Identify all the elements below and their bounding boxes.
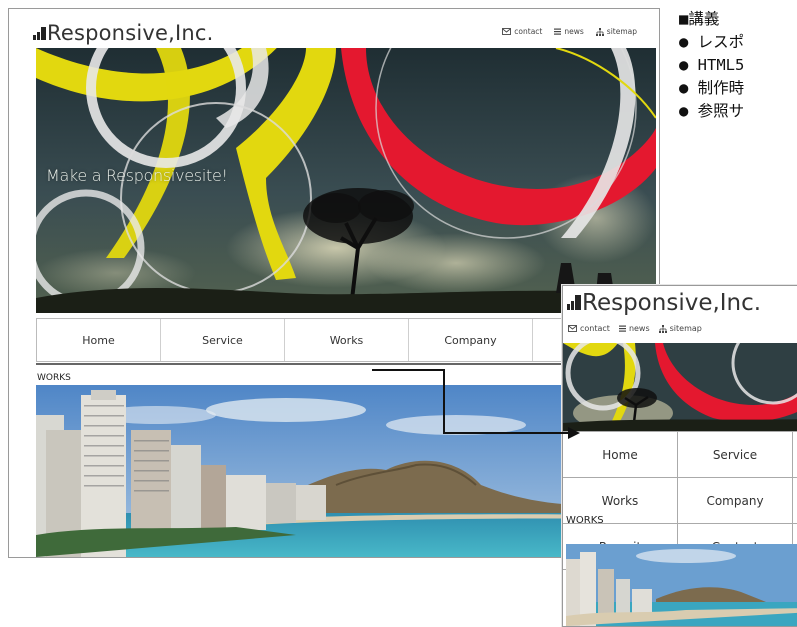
sitemap-icon bbox=[595, 27, 604, 36]
notes-item: ● レスポ bbox=[679, 33, 745, 51]
nav-works[interactable]: Works bbox=[284, 319, 408, 361]
mobile-nav-company[interactable]: Company bbox=[678, 478, 793, 523]
utility-link-sitemap[interactable]: sitemap bbox=[658, 324, 702, 333]
hero-banner: Make a Responsivesite! bbox=[36, 48, 656, 313]
sitemap-icon bbox=[658, 324, 667, 333]
mobile-works-photo bbox=[566, 544, 797, 626]
nav-service[interactable]: Service bbox=[160, 319, 284, 361]
lecture-notes: ■講義 ● レスポ ● HTML5 ● 制作時 ● 参照サ bbox=[679, 8, 744, 123]
desktop-logo-text: Responsive,Inc. bbox=[47, 21, 214, 45]
mobile-beach-artwork bbox=[566, 544, 797, 626]
notes-item: ● HTML5 bbox=[679, 56, 745, 74]
notes-heading: ■講義 bbox=[679, 10, 720, 28]
logo-bars-icon bbox=[33, 21, 47, 45]
utility-label: contact bbox=[514, 27, 543, 36]
envelope-icon bbox=[568, 325, 577, 332]
mobile-utility-nav: contact news sitemap bbox=[568, 324, 702, 333]
logo-bars-icon bbox=[567, 290, 582, 316]
mobile-nav-service[interactable]: Service bbox=[678, 432, 793, 477]
mobile-nav-home[interactable]: Home bbox=[563, 432, 678, 477]
utility-label: news bbox=[628, 324, 650, 333]
utility-link-news[interactable]: news bbox=[554, 27, 584, 36]
notes-item: ● 参照サ bbox=[679, 102, 745, 120]
list-icon bbox=[554, 28, 562, 35]
hero-tagline: Make a Responsivesite! bbox=[46, 166, 228, 185]
desktop-section-title: WORKS bbox=[37, 373, 71, 383]
mobile-mockup: Responsive,Inc. contact news sitemap Hom… bbox=[562, 285, 797, 627]
list-icon bbox=[618, 325, 626, 332]
desktop-utility-nav: contact news sitemap bbox=[502, 27, 637, 36]
utility-label: contact bbox=[580, 324, 610, 333]
mobile-hero-banner bbox=[563, 343, 797, 431]
envelope-icon bbox=[502, 28, 512, 35]
mobile-nav-row: Home Service bbox=[563, 432, 797, 478]
utility-label: sitemap bbox=[669, 324, 702, 333]
utility-label: news bbox=[564, 27, 584, 36]
desktop-logo[interactable]: Responsive,Inc. bbox=[33, 21, 214, 45]
mobile-hero-artwork bbox=[563, 343, 797, 431]
nav-company[interactable]: Company bbox=[408, 319, 532, 361]
utility-link-contact[interactable]: contact bbox=[502, 27, 542, 36]
notes-item: ● 制作時 bbox=[679, 79, 745, 97]
utility-label: sitemap bbox=[606, 27, 637, 36]
nav-home[interactable]: Home bbox=[36, 319, 160, 361]
mobile-section-title: WORKS bbox=[566, 515, 604, 526]
utility-link-contact[interactable]: contact bbox=[568, 324, 610, 333]
utility-link-sitemap[interactable]: sitemap bbox=[595, 27, 637, 36]
mobile-logo-text: Responsive,Inc. bbox=[582, 290, 762, 316]
utility-link-news[interactable]: news bbox=[618, 324, 650, 333]
mobile-logo[interactable]: Responsive,Inc. bbox=[567, 290, 761, 316]
